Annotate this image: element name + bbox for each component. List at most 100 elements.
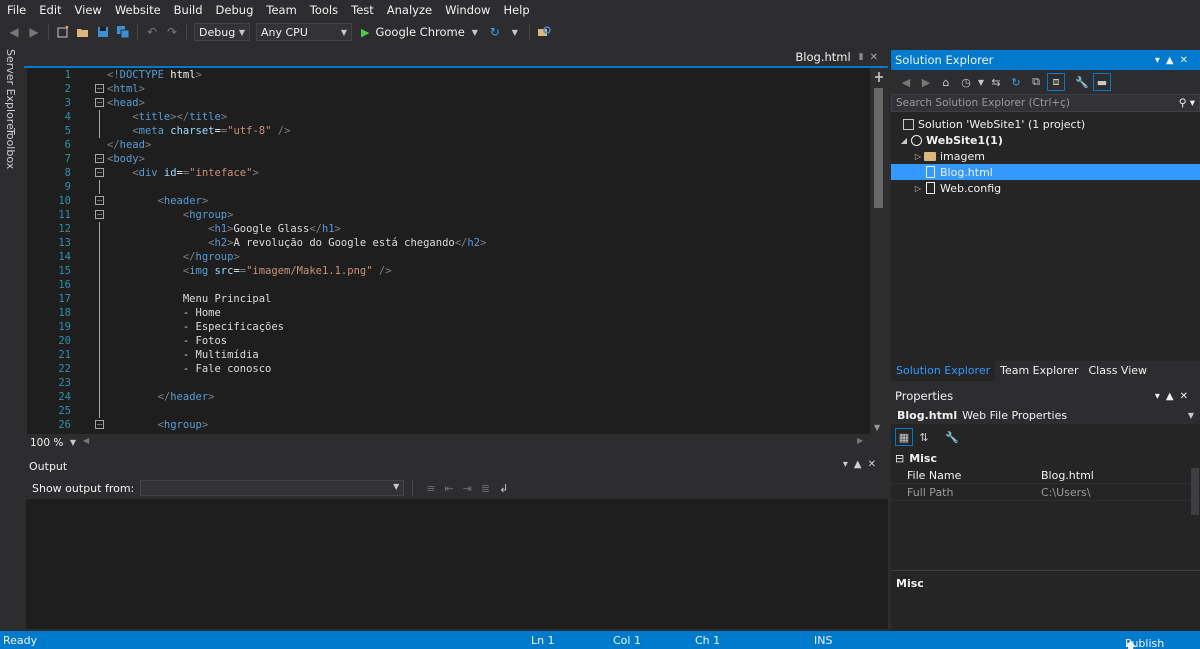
code-line[interactable]: 25 [27,404,870,418]
tab-class-view[interactable]: Class View [1083,361,1152,381]
menu-tools[interactable]: Tools [305,0,346,20]
code-line[interactable]: 16 [27,278,870,292]
code-line[interactable]: 19 - Especificações [27,320,870,334]
menu-debug[interactable]: Debug [211,0,262,20]
properties-wrench-icon[interactable]: 🔧 [1073,73,1091,91]
code-line[interactable]: 23 [27,376,870,390]
close-icon[interactable]: ✕ [1180,391,1194,402]
save-all-icon[interactable] [114,23,132,41]
property-value[interactable]: Blog.html [1041,469,1200,482]
tab-solution-explorer[interactable]: Solution Explorer [891,361,996,381]
window-menu-icon[interactable]: ▾ [843,459,854,470]
find-in-files-icon[interactable] [535,23,553,41]
expanded-arrow-icon[interactable]: ◢ [899,136,909,145]
sync-with-document-icon[interactable]: ⇆ [987,73,1005,91]
menu-window[interactable]: Window [440,0,498,20]
search-icon[interactable]: ⚲ ▾ [1179,97,1199,109]
home-icon[interactable]: ⌂ [937,73,955,91]
window-menu-icon[interactable]: ▾ [1155,391,1166,402]
tab-team-explorer[interactable]: Team Explorer [995,361,1083,381]
collapsed-arrow-icon[interactable]: ▷ [913,152,923,161]
new-project-icon[interactable] [54,23,72,41]
back-icon[interactable]: ◀ [5,23,23,41]
code-line[interactable]: 14 </hgroup> [27,250,870,264]
menu-view[interactable]: View [70,0,110,20]
window-menu-icon[interactable]: ▾ [1155,55,1166,66]
collapse-region-icon[interactable]: − [95,154,104,163]
code-editor[interactable]: 1 <!DOCTYPE html> 2− <html> 3− <head> 4 <title… [27,68,870,434]
forward-icon[interactable]: ▶ [917,73,935,91]
undo-icon[interactable]: ↶ [143,23,161,41]
code-line[interactable]: 11 − <hgroup> [27,208,870,222]
code-line[interactable]: 15 <img src=="imagem/Make1.1.png" /> [27,264,870,278]
scrollbar-thumb[interactable] [1191,468,1199,515]
tree-item-web-config[interactable]: ▷ Web.config [891,180,1200,196]
open-file-icon[interactable] [74,23,92,41]
collapse-all-icon[interactable]: ⧉ [1027,73,1045,91]
chevron-down-icon[interactable]: ▼ [506,23,524,41]
scroll-right-icon[interactable]: ▶ [857,436,863,445]
zoom-combo[interactable]: 100 % ▼ [27,435,79,450]
code-line[interactable]: 2 − <html> [27,82,870,96]
collapse-icon[interactable]: ⊟ [895,452,904,465]
code-line[interactable]: 4 <title></title> [27,110,870,124]
tree-item-website[interactable]: ◢ WebSite1(1) [891,132,1200,148]
code-line[interactable]: 26 − <hgroup> [27,418,870,432]
code-line[interactable]: 17 Menu Principal [27,292,870,306]
alphabetical-icon[interactable]: ⇅ [915,428,933,446]
collapse-region-icon[interactable]: − [95,98,104,107]
properties-scrollbar[interactable] [1188,468,1200,515]
refresh-icon[interactable]: ↻ [1007,73,1025,91]
scroll-left-icon[interactable]: ◀ [83,436,89,445]
close-icon[interactable]: ✕ [870,52,878,63]
solution-explorer-search[interactable]: Search Solution Explorer (Ctrl+ç) ⚲ ▾ [891,94,1200,112]
redo-icon[interactable]: ↷ [163,23,181,41]
menu-analyze[interactable]: Analyze [382,0,440,20]
close-icon[interactable]: ✕ [1180,55,1194,66]
scroll-down-icon[interactable]: ▼ [874,423,880,432]
clear-all-icon[interactable]: ≣ [481,482,490,495]
pending-changes-icon[interactable]: ◷ [957,73,975,91]
code-line[interactable]: 21 - Multimídia [27,348,870,362]
menu-file[interactable]: File [2,0,34,20]
pin-icon[interactable]: ▲ [1166,391,1180,402]
chevron-down-icon[interactable]: ▼ [466,23,484,41]
categorized-icon[interactable]: ▦ [895,428,913,446]
split-editor-icon[interactable] [873,71,885,83]
tree-item-solution[interactable]: Solution 'WebSite1' (1 project) [891,116,1200,132]
scrollbar-thumb[interactable] [874,88,883,208]
properties-object-selector[interactable]: Blog.html Web File Properties ▼ [891,406,1200,424]
collapse-region-icon[interactable]: − [95,196,104,205]
save-icon[interactable] [94,23,112,41]
code-line[interactable]: 12 <h1>Google Glass</h1> [27,222,870,236]
close-icon[interactable]: ✕ [868,459,882,470]
collapse-region-icon[interactable]: − [95,168,104,177]
toolbox-tab[interactable]: Toolbox [4,128,17,169]
collapsed-arrow-icon[interactable]: ▷ [913,184,923,193]
property-category-misc[interactable]: ⊟ Misc [891,450,1200,466]
pin-icon[interactable]: ▲ [1166,55,1180,66]
refresh-icon[interactable]: ↻ [486,23,504,41]
next-message-icon[interactable]: ⇥ [463,482,472,495]
forward-icon[interactable]: ▶ [25,23,43,41]
collapse-region-icon[interactable]: − [95,420,104,429]
collapse-region-icon[interactable]: − [95,210,104,219]
pin-icon[interactable]: ▮ [859,52,864,62]
code-line[interactable]: 13 <h2>A revolução do Google está chegan… [27,236,870,250]
code-line[interactable]: 5 <meta charset=="utf-8" /> [27,124,870,138]
platform-combo[interactable]: Any CPU ▼ [256,23,352,41]
menu-build[interactable]: Build [169,0,211,20]
tree-item-imagem[interactable]: ▷ imagem [891,148,1200,164]
tree-item-blog-html[interactable]: Blog.html [891,164,1200,180]
preview-selected-items-icon[interactable]: ▬ [1093,73,1111,91]
code-line[interactable]: 7 − <body> [27,152,870,166]
menu-help[interactable]: Help [498,0,537,20]
code-line[interactable]: 8 − <div id=="inteface"> [27,166,870,180]
code-line[interactable]: 6 </head> [27,138,870,152]
server-explorer-tab[interactable]: Server Explorer [4,49,17,134]
back-icon[interactable]: ◀ [897,73,915,91]
toggle-word-wrap-icon[interactable]: ↲ [499,482,508,495]
previous-message-icon[interactable]: ⇤ [444,482,453,495]
code-line[interactable]: 18 - Home [27,306,870,320]
menu-edit[interactable]: Edit [34,0,69,20]
